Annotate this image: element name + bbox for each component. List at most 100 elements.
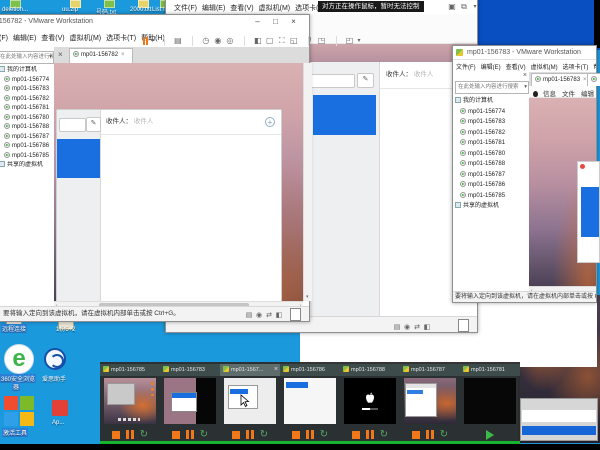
vm-tree-item[interactable]: mp01-156781 xyxy=(455,138,529,149)
desktop-file-icon-label[interactable]: 2000.txt xyxy=(130,7,151,13)
message-log-icon[interactable] xyxy=(458,319,469,332)
show-thumbnails-icon[interactable]: ▢ xyxy=(265,36,275,46)
stop-vm-button[interactable] xyxy=(232,431,240,439)
close-button[interactable]: × xyxy=(286,15,301,28)
tab-close-icon[interactable]: × xyxy=(121,52,125,58)
messages-search-field[interactable] xyxy=(306,74,355,88)
restart-vm-button[interactable]: ↻ xyxy=(140,430,148,440)
vm-thumbnail[interactable]: mp01-156786↻ xyxy=(280,362,340,441)
compose-icon[interactable]: ✎ xyxy=(357,73,374,88)
vm-tree-item[interactable]: mp01-156788 xyxy=(0,123,54,133)
spiral-icon-label[interactable]: 爱思助手 xyxy=(42,374,66,383)
desktop-file-icon-label[interactable]: uu.zip xyxy=(62,7,78,13)
vm-thumbnail[interactable]: mp01-156788↻ xyxy=(340,362,400,441)
stop-vm-button[interactable] xyxy=(292,431,300,439)
vm-thumbnail[interactable]: mp01-156783↻ xyxy=(160,362,220,441)
menu-item[interactable]: 虚拟机(M) xyxy=(259,3,291,13)
tab-area-close-icon[interactable]: × xyxy=(58,50,63,59)
usb-icon[interactable]: ◧ xyxy=(423,324,431,332)
thumbnail-header[interactable]: mp01-156787 xyxy=(400,364,460,376)
app-icon[interactable] xyxy=(52,400,68,416)
vm-tree-item[interactable]: mp01-156788 xyxy=(455,159,529,170)
pause-vm-button[interactable] xyxy=(126,430,134,439)
desktop-file-icon-label[interactable]: deletion... xyxy=(2,7,28,13)
title-bar[interactable]: mp01-156782 - VMware Workstation – □ × xyxy=(0,15,309,29)
network-icon[interactable]: ⇄ xyxy=(265,312,273,320)
fullscreen-icon[interactable]: ⛶ xyxy=(277,36,287,46)
console-view-icon[interactable]: ⧉ xyxy=(459,2,469,12)
vm-tree-item[interactable]: mp01-156781 xyxy=(0,104,54,114)
play-vm-button[interactable] xyxy=(486,430,494,440)
winlogo-label[interactable]: 激活工具 xyxy=(2,428,28,437)
vm-thumbnail[interactable]: mp01-156781 xyxy=(460,362,520,441)
stop-vm-button[interactable] xyxy=(172,431,180,439)
vm-thumbnail[interactable]: mp01-156787 ↻ xyxy=(400,362,460,441)
menu-item[interactable]: 文件(F) xyxy=(0,33,8,43)
vm-tree-item[interactable]: mp01-156774 xyxy=(0,76,54,86)
thumbnail-preview-mac-black-dialog[interactable] xyxy=(164,378,216,424)
thumbnail-header[interactable]: mp01-156781 xyxy=(460,364,520,376)
selected-conversation[interactable] xyxy=(57,139,100,178)
file-icon-label[interactable]: 1份5+2 xyxy=(56,324,76,333)
snapshot-manager-icon[interactable]: ◎ xyxy=(225,36,235,46)
combo-arrow-icon[interactable]: ▾ xyxy=(524,82,527,93)
stop-vm-button[interactable] xyxy=(112,431,120,439)
library-close-icon[interactable]: × xyxy=(523,72,527,79)
thumbnail-preview-white-dialog2[interactable] xyxy=(284,378,336,424)
restart-vm-button[interactable]: ↻ xyxy=(440,430,448,440)
send-ctrl-alt-del-icon[interactable]: ◰ xyxy=(345,36,355,46)
vm-tree-item[interactable]: mp01-156782 xyxy=(0,95,54,105)
tree-node-my-computer[interactable]: 我的计算机 xyxy=(0,66,54,76)
vm-tree-item[interactable]: mp01-156787 xyxy=(455,170,529,181)
selected-item[interactable] xyxy=(581,187,599,237)
menu-item[interactable]: 文件 xyxy=(562,88,575,98)
menu-item[interactable]: 选项卡(T) xyxy=(563,62,589,71)
menu-item[interactable]: 选项卡(T) xyxy=(106,33,136,43)
tree-node-my-computer[interactable]: 我的计算机 xyxy=(455,96,529,107)
pause-vm-button[interactable] xyxy=(246,430,254,439)
vm-tree-item[interactable]: mp01-156786 xyxy=(455,180,529,191)
menu-item[interactable]: 编辑(E) xyxy=(202,3,225,13)
dropdown-arrow-icon[interactable]: ▾ xyxy=(357,36,362,46)
thumbnail-preview-mac-dialog[interactable] xyxy=(104,378,156,424)
menu-item[interactable]: 编辑(E) xyxy=(481,62,501,71)
apple-logo-icon[interactable] xyxy=(533,91,538,97)
vm-tab-partial[interactable] xyxy=(587,73,600,86)
vmware-window-front[interactable]: mp01-156782 - VMware Workstation – □ × 文… xyxy=(0,14,310,322)
thumbnail-preview-apple-boot[interactable] xyxy=(344,378,396,424)
browser-icon-label2[interactable]: 器 xyxy=(12,382,20,391)
stop-vm-button[interactable] xyxy=(352,431,360,439)
message-log-icon[interactable] xyxy=(290,308,301,321)
library-search-box[interactable]: 在此处输入内容进行搜索▾ xyxy=(0,51,54,64)
vm-tab[interactable]: mp01-156782× xyxy=(69,48,133,64)
menu-item[interactable]: 虚拟机(M) xyxy=(70,33,102,43)
menu-item[interactable]: 文件(F) xyxy=(174,3,197,13)
vm-thumbnail[interactable]: mp01-156785↻ xyxy=(100,362,160,441)
vmware-window-right[interactable]: mp01-156783 - VMware Workstation 文件(F)编辑… xyxy=(452,45,597,303)
pause-vm-button[interactable] xyxy=(186,430,194,439)
app-icon-label[interactable]: Ap... xyxy=(52,420,64,426)
restart-vm-button[interactable]: ↻ xyxy=(380,430,388,440)
restart-vm-button[interactable]: ↻ xyxy=(260,430,268,440)
title-bar[interactable]: mp01-156783 - VMware Workstation xyxy=(453,46,596,60)
vm-tree-item[interactable]: mp01-156785 xyxy=(0,152,54,162)
recipient-header[interactable]: 收件人： 收件人 + xyxy=(101,110,281,135)
messages-search-field[interactable] xyxy=(59,118,86,132)
printer-icon[interactable]: ▤ xyxy=(245,312,253,320)
sound-icon[interactable]: ◉ xyxy=(403,324,411,332)
revert-snapshot-icon[interactable]: ◉ xyxy=(213,36,223,46)
vm-thumbnail[interactable]: mp01-1567...×↻ xyxy=(220,362,280,441)
dropdown-arrow-icon[interactable]: ▾ xyxy=(150,36,155,46)
show-library-icon[interactable]: ◧ xyxy=(253,36,263,46)
menu-item[interactable]: 帮助(H) xyxy=(593,62,596,71)
menu-item[interactable]: 信息 xyxy=(543,88,556,98)
vm-screen[interactable] xyxy=(529,98,596,286)
console-view-icon[interactable]: ◳ xyxy=(317,36,327,46)
thumbnail-preview-black[interactable] xyxy=(464,378,516,424)
windows-logo-icon[interactable] xyxy=(4,396,34,426)
fullscreen-icon[interactable]: ▣ xyxy=(447,2,457,12)
combo-arrow-icon[interactable]: ▾ xyxy=(49,52,52,63)
vm-screen[interactable]: ✎ 收件人： 收件人 + xyxy=(54,63,303,301)
menu-item[interactable]: 虚拟机(M) xyxy=(531,62,558,71)
traffic-light-close-icon[interactable] xyxy=(580,164,585,169)
